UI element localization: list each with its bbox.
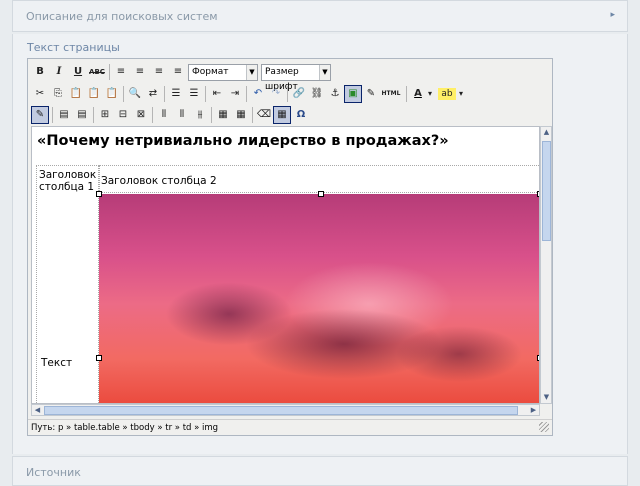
- insert-image-button[interactable]: ▣: [344, 85, 362, 103]
- scroll-up-arrow-icon[interactable]: ▲: [541, 127, 552, 138]
- seo-description-section[interactable]: Описание для поисковых систем ▸: [12, 0, 628, 32]
- sunset-image[interactable]: [99, 194, 539, 403]
- document-heading[interactable]: «Почему нетривиально лидерство в продажа…: [37, 133, 449, 149]
- toolbar-separator: [52, 107, 53, 123]
- chevron-down-icon: ▼: [246, 65, 257, 80]
- toolbar-row-3: ✎ ▤ ▤ ⊞ ⊟ ⊠ ⫴ ⫴ ⫵ ▦ ▦ ⌫ ▦ Ω: [28, 104, 552, 126]
- align-center-button[interactable]: ≡: [131, 63, 149, 81]
- font-size-select[interactable]: Размер шрифт ▼: [261, 64, 331, 92]
- vertical-scrollbar[interactable]: ▲ ▼: [540, 126, 552, 404]
- toolbar-separator: [164, 86, 165, 102]
- align-justify-button[interactable]: ≡: [169, 63, 187, 81]
- source-label: Источник: [26, 466, 81, 479]
- indent-button[interactable]: ⇥: [226, 85, 244, 103]
- special-character-button[interactable]: Ω: [292, 106, 310, 124]
- strikethrough-button[interactable]: ABC: [88, 63, 106, 81]
- seo-description-label: Описание для поисковых систем: [26, 10, 218, 23]
- visual-aid-toggle-button[interactable]: ✎: [31, 106, 49, 124]
- toolbar-separator: [152, 107, 153, 123]
- split-cells-button[interactable]: ▦: [214, 106, 232, 124]
- replace-button[interactable]: ⇄: [144, 85, 162, 103]
- toolbar-separator: [211, 107, 212, 123]
- editor-content-area[interactable]: «Почему нетривиально лидерство в продажа…: [31, 126, 540, 404]
- paste-button[interactable]: 📋: [67, 85, 85, 103]
- background-color-button[interactable]: ab: [438, 88, 456, 100]
- outdent-button[interactable]: ⇤: [208, 85, 226, 103]
- toolbar-separator: [252, 107, 253, 123]
- unlink-button[interactable]: ⛓: [308, 85, 326, 103]
- toolbar-separator: [246, 86, 247, 102]
- toolbar-separator: [406, 86, 407, 102]
- insert-row-before-button[interactable]: ▤: [55, 106, 73, 124]
- insert-row-after-button[interactable]: ▤: [73, 106, 91, 124]
- cell-properties-button[interactable]: ⊟: [114, 106, 132, 124]
- insert-column-after-button[interactable]: ⫴: [173, 106, 191, 124]
- resize-grip-icon[interactable]: [539, 422, 549, 432]
- delete-row-button[interactable]: ⊠: [132, 106, 150, 124]
- eraser-button[interactable]: ⌫: [255, 106, 273, 124]
- insert-column-before-button[interactable]: ⫴: [155, 106, 173, 124]
- element-path[interactable]: Путь: p » table.table » tbody » tr » td …: [31, 423, 218, 433]
- anchor-button[interactable]: ⚓: [326, 85, 344, 103]
- cleanup-button[interactable]: ✎: [362, 85, 380, 103]
- undo-button[interactable]: ↶: [249, 85, 267, 103]
- format-select-value: Формат: [192, 67, 229, 77]
- toolbar-row-2: ✂ ⎘ 📋 📋 📋 🔍 ⇄ ☰ ☰ ⇤ ⇥ ↶ ↷ 🔗 ⛓ ⚓ ▣ ✎ HTML…: [28, 83, 552, 105]
- cell-body-text[interactable]: Текст: [41, 357, 72, 369]
- chevron-down-icon[interactable]: ▾: [456, 85, 466, 103]
- scroll-right-arrow-icon[interactable]: ▶: [528, 405, 539, 416]
- bold-button[interactable]: B: [31, 63, 49, 81]
- chevron-down-icon: ▼: [319, 65, 330, 80]
- toolbar-separator: [287, 86, 288, 102]
- numbered-list-button[interactable]: ☰: [185, 85, 203, 103]
- italic-button[interactable]: I: [50, 63, 68, 81]
- source-section[interactable]: Источник: [12, 456, 628, 486]
- scroll-left-arrow-icon[interactable]: ◀: [32, 405, 43, 416]
- delete-column-button[interactable]: ⫵: [191, 106, 209, 124]
- html-source-button[interactable]: HTML: [380, 85, 402, 103]
- resize-handle[interactable]: [318, 191, 324, 197]
- row-properties-button[interactable]: ⊞: [96, 106, 114, 124]
- rich-text-editor: B I U ABC ≡ ≡ ≡ ≡ Формат ▼ Размер шрифт …: [27, 58, 553, 436]
- toolbar-row-1: B I U ABC ≡ ≡ ≡ ≡ Формат ▼ Размер шрифт …: [28, 61, 552, 92]
- underline-button[interactable]: U: [69, 63, 87, 81]
- bullet-list-button[interactable]: ☰: [167, 85, 185, 103]
- align-right-button[interactable]: ≡: [150, 63, 168, 81]
- horizontal-scroll-thumb[interactable]: [44, 406, 518, 415]
- chevron-down-icon[interactable]: ▾: [425, 85, 435, 103]
- insert-link-button[interactable]: 🔗: [290, 85, 308, 103]
- toolbar-separator: [93, 107, 94, 123]
- horizontal-scrollbar[interactable]: ◀ ▶: [31, 404, 540, 416]
- copy-button[interactable]: ⎘: [49, 85, 67, 103]
- format-select[interactable]: Формат ▼: [188, 64, 258, 81]
- find-button[interactable]: 🔍: [126, 85, 144, 103]
- page-text-label: Текст страницы: [27, 41, 120, 54]
- merge-cells-button[interactable]: ▦: [232, 106, 250, 124]
- redo-button[interactable]: ↷: [267, 85, 285, 103]
- vertical-scroll-thumb[interactable]: [542, 141, 551, 241]
- paste-text-button[interactable]: 📋: [85, 85, 103, 103]
- column-1-header[interactable]: Заголовок столбца 1: [39, 169, 97, 193]
- insert-table-button[interactable]: ▦: [273, 106, 291, 124]
- resize-handle[interactable]: [96, 191, 102, 197]
- toolbar-separator: [123, 86, 124, 102]
- chevron-right-icon[interactable]: ▸: [610, 10, 615, 20]
- toolbar-separator: [205, 86, 206, 102]
- paste-word-button[interactable]: 📋: [103, 85, 121, 103]
- align-left-button[interactable]: ≡: [112, 63, 130, 81]
- column-2-header[interactable]: Заголовок столбца 2: [101, 175, 217, 187]
- scroll-down-arrow-icon[interactable]: ▼: [541, 392, 552, 403]
- toolbar-separator: [109, 64, 110, 80]
- cut-button[interactable]: ✂: [31, 85, 49, 103]
- element-path-statusbar: Путь: p » table.table » tbody » tr » td …: [28, 419, 552, 435]
- resize-handle[interactable]: [96, 355, 102, 361]
